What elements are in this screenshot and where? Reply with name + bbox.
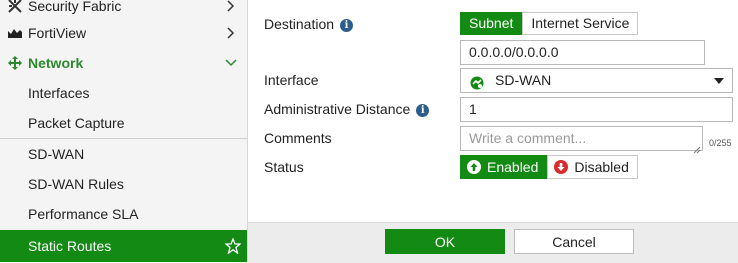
sidebar-item-label: FortiView <box>28 25 87 41</box>
chevron-right-icon <box>225 27 237 39</box>
sdwan-icon <box>470 74 484 90</box>
sidebar-item-network[interactable]: Network <box>0 48 247 78</box>
comments-textarea[interactable]: Write a comment... <box>460 126 703 151</box>
status-label: Status <box>264 159 304 175</box>
arrow-down-circle-icon <box>554 160 569 174</box>
sidebar: Security Fabric FortiView Network Interf… <box>0 0 248 262</box>
sidebar-item-performance-sla[interactable]: Performance SLA <box>0 199 247 229</box>
sidebar-item-label: Security Fabric <box>28 0 122 14</box>
sidebar-item-label: Packet Capture <box>28 115 125 131</box>
sidebar-item-label: Interfaces <box>28 85 90 101</box>
sidebar-item-label: Network <box>28 55 84 71</box>
sidebar-item-label: SD-WAN <box>28 146 85 162</box>
cancel-button[interactable]: Cancel <box>514 229 634 254</box>
enabled-label: Enabled <box>487 159 539 175</box>
sidebar-item-packet-capture[interactable]: Packet Capture <box>0 108 247 138</box>
destination-label-text: Destination <box>264 16 335 32</box>
status-disabled-button[interactable]: Disabled <box>547 155 638 179</box>
comment-char-counter: 0/255 <box>709 138 732 148</box>
tab-internet-service[interactable]: Internet Service <box>522 12 639 35</box>
destination-type-toggle: Subnet Internet Service <box>460 12 639 35</box>
comments-label: Comments <box>264 130 332 146</box>
sidebar-item-label: Static Routes <box>28 238 112 254</box>
info-icon[interactable]: i <box>340 18 354 32</box>
dropdown-caret-icon <box>714 78 724 84</box>
chevron-right-icon <box>225 0 237 12</box>
resize-handle-icon[interactable] <box>693 141 701 154</box>
sidebar-item-fortiview[interactable]: FortiView <box>0 18 247 48</box>
chevron-down-icon <box>225 59 237 67</box>
interface-value: SD-WAN <box>495 72 552 88</box>
sidebar-item-sd-wan[interactable]: SD-WAN <box>0 139 247 169</box>
security-fabric-icon <box>8 0 22 13</box>
sidebar-item-static-routes[interactable]: Static Routes <box>0 230 247 262</box>
sidebar-item-label: SD-WAN Rules <box>28 176 124 192</box>
sidebar-item-interfaces[interactable]: Interfaces <box>0 78 247 108</box>
network-icon <box>8 56 22 70</box>
status-enabled-button[interactable]: Enabled <box>460 155 548 179</box>
admin-distance-label-text: Administrative Distance <box>264 101 411 117</box>
ok-button[interactable]: OK <box>385 229 505 254</box>
arrow-up-circle-icon <box>467 160 481 174</box>
sidebar-item-label: Performance SLA <box>28 206 139 222</box>
info-icon[interactable]: i <box>416 103 430 117</box>
star-icon[interactable] <box>224 237 242 255</box>
status-toggle: Enabled Disabled <box>460 155 638 179</box>
admin-distance-input[interactable]: 1 <box>460 97 733 122</box>
destination-label: Destination i <box>264 13 354 35</box>
interface-label: Interface <box>264 72 319 88</box>
fortiview-icon <box>8 26 22 40</box>
tab-subnet[interactable]: Subnet <box>460 12 523 35</box>
destination-subnet-input[interactable]: 0.0.0.0/0.0.0.0 <box>460 40 705 65</box>
disabled-label: Disabled <box>574 159 629 175</box>
sidebar-item-sd-wan-rules[interactable]: SD-WAN Rules <box>0 169 247 199</box>
admin-distance-label: Administrative Distance i <box>264 98 430 120</box>
interface-select[interactable]: SD-WAN <box>460 68 733 93</box>
